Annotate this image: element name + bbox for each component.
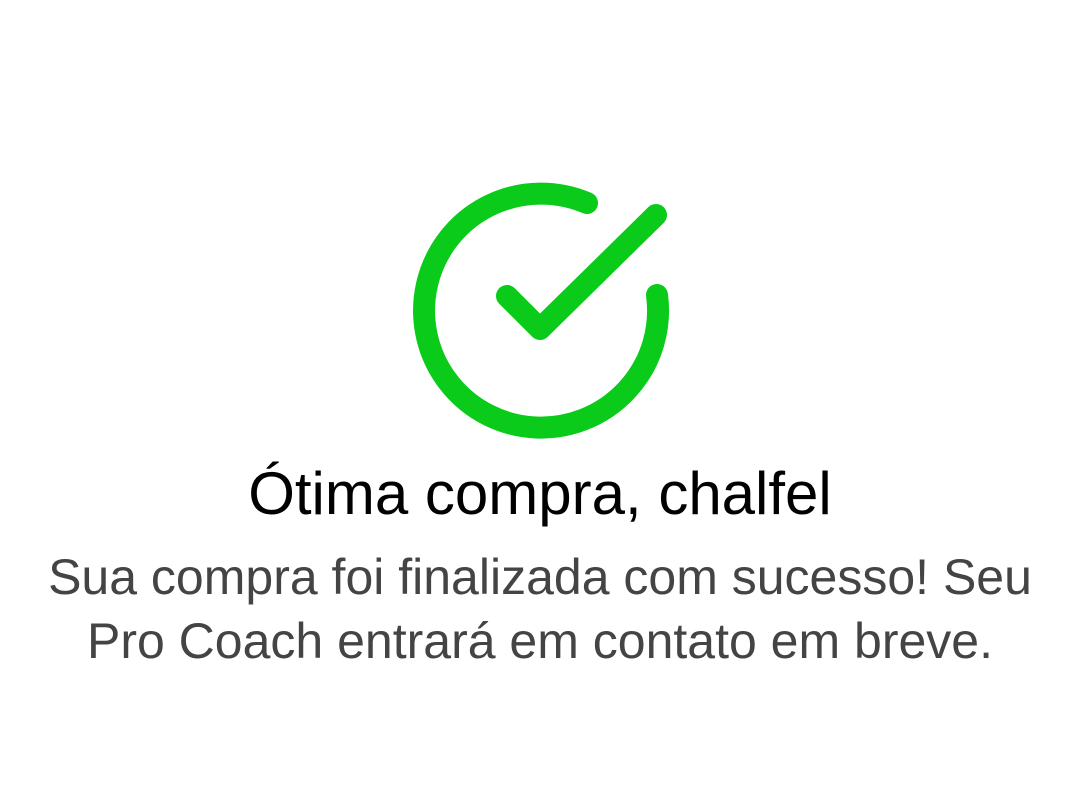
check-circle-icon	[405, 175, 675, 445]
confirmation-message: Sua compra foi finalizada com sucesso! S…	[48, 549, 1032, 669]
confirmation-title: Ótima compra, chalfel	[248, 460, 832, 527]
purchase-success-screen: Ótima compra, chalfel Sua compra foi fin…	[0, 0, 1080, 810]
